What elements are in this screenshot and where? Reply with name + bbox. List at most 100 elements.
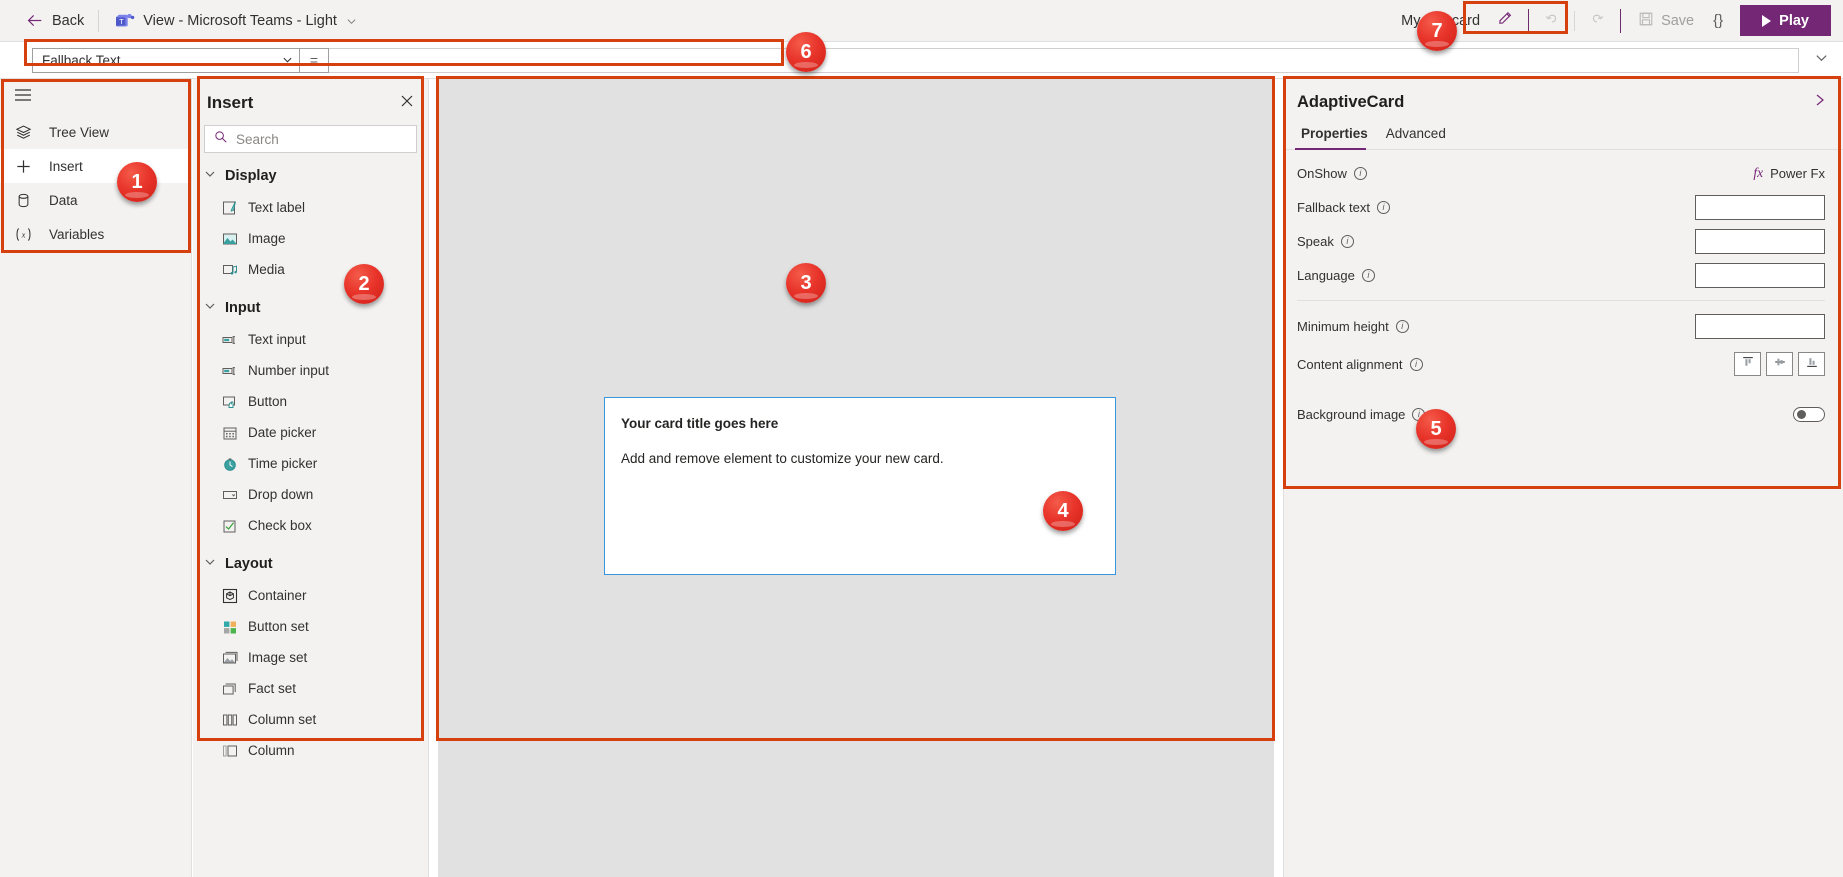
info-icon[interactable]: i — [1340, 234, 1354, 248]
insert-item-column[interactable]: Column — [193, 735, 428, 766]
column-set-icon — [221, 711, 238, 728]
sidebar-item-label: Insert — [49, 158, 83, 174]
info-icon[interactable]: i — [1409, 357, 1423, 371]
align-top-button[interactable] — [1734, 352, 1761, 376]
insert-item-image[interactable]: Image — [193, 223, 428, 254]
redo-icon — [1588, 9, 1606, 32]
insert-group-label: Input — [225, 299, 261, 316]
back-button[interactable]: Back — [0, 0, 98, 42]
annotation-badge-5: 5 — [1416, 409, 1456, 449]
formula-bar-expand-button[interactable] — [1799, 42, 1843, 79]
tab-advanced[interactable]: Advanced — [1380, 119, 1458, 149]
checkbox-icon — [221, 517, 238, 534]
chevron-down-icon — [282, 53, 293, 68]
json-view-button[interactable]: {} — [1704, 5, 1732, 37]
sidebar-item-variables[interactable]: x Variables — [0, 217, 191, 251]
insert-item-text-label[interactable]: Text label — [193, 192, 428, 223]
insert-search-box[interactable] — [204, 125, 417, 153]
image-set-icon — [221, 649, 238, 666]
insert-item-date-picker[interactable]: Date picker — [193, 417, 428, 448]
svg-text:T: T — [119, 17, 124, 26]
close-icon[interactable] — [400, 94, 414, 113]
insert-item-container[interactable]: Container — [193, 580, 428, 611]
property-label: OnShow — [1297, 165, 1347, 181]
formula-bar: Fallback Text = — [0, 42, 1843, 79]
annotation-badge-7: 7 — [1417, 11, 1457, 51]
insert-item-number-input[interactable]: Number input — [193, 355, 428, 386]
equals-sign-label: = — [300, 47, 329, 73]
insert-item-image-set[interactable]: Image set — [193, 642, 428, 673]
undo-button[interactable] — [1536, 5, 1568, 37]
insert-item-media[interactable]: Media — [193, 254, 428, 285]
hamburger-menu-icon — [14, 88, 32, 107]
info-icon[interactable]: i — [1353, 166, 1367, 180]
insert-item-column-set[interactable]: Column set — [193, 704, 428, 735]
power-fx-button[interactable]: fx Power Fx — [1753, 165, 1825, 181]
info-icon[interactable]: i — [1376, 200, 1390, 214]
property-row-content-alignment: Content alignment i — [1284, 347, 1843, 381]
insert-item-button-set[interactable]: Button set — [193, 611, 428, 642]
number-input-icon — [221, 362, 238, 379]
sidebar-item-data[interactable]: Data — [0, 183, 191, 217]
info-icon[interactable]: i — [1395, 319, 1409, 333]
property-row-background-image: Background image i — [1284, 397, 1843, 431]
insert-item-check-box[interactable]: Check box — [193, 510, 428, 541]
app-title-dropdown[interactable]: T View - Microsoft Teams - Light — [99, 0, 369, 42]
toolbar-divider — [1528, 8, 1530, 33]
column-icon — [221, 742, 238, 759]
power-fx-label: Power Fx — [1770, 165, 1825, 181]
rename-card-button[interactable] — [1489, 5, 1521, 37]
insert-item-drop-down[interactable]: Drop down — [193, 479, 428, 510]
redo-button[interactable] — [1581, 5, 1613, 37]
insert-item-label: Media — [248, 262, 285, 277]
language-input[interactable] — [1695, 262, 1825, 288]
button-set-icon — [221, 618, 238, 635]
left-navigation-rail: Tree View Insert Data x Variables — [0, 79, 192, 877]
top-command-bar: Back T View - Microsoft Teams - Light My… — [0, 0, 1843, 42]
save-button[interactable]: Save — [1628, 5, 1704, 37]
insert-panel: Insert Display Text label — [193, 79, 429, 877]
chevron-down-icon — [346, 15, 357, 26]
insert-item-time-picker[interactable]: Time picker — [193, 448, 428, 479]
menu-toggle-button[interactable] — [0, 79, 191, 115]
sidebar-item-insert[interactable]: Insert — [0, 149, 191, 183]
insert-group-layout[interactable]: Layout — [193, 547, 428, 580]
fallback-text-input[interactable] — [1695, 194, 1825, 220]
formula-input[interactable] — [329, 47, 1799, 73]
search-icon — [214, 130, 228, 149]
insert-item-text-input[interactable]: Text input — [193, 324, 428, 355]
sidebar-item-label: Data — [49, 192, 78, 208]
background-image-toggle[interactable] — [1793, 406, 1825, 422]
layers-icon — [14, 124, 33, 141]
properties-panel-header: AdaptiveCard — [1284, 79, 1843, 119]
insert-group-display[interactable]: Display — [193, 159, 428, 192]
play-triangle-icon — [1762, 14, 1772, 27]
toolbar-divider — [1574, 10, 1576, 31]
insert-item-label: Date picker — [248, 425, 317, 440]
property-selector-dropdown[interactable]: Fallback Text — [32, 47, 300, 73]
tab-properties[interactable]: Properties — [1295, 119, 1380, 150]
card-title-text: Your card title goes here — [621, 416, 779, 431]
card-canvas[interactable]: Your card title goes here Add and remove… — [438, 79, 1274, 877]
align-middle-button[interactable] — [1766, 352, 1793, 376]
property-selector-value: Fallback Text — [42, 52, 121, 68]
annotation-badge-2: 2 — [344, 264, 384, 304]
adaptive-card-preview[interactable]: Your card title goes here Add and remove… — [604, 397, 1116, 575]
insert-item-button[interactable]: Button — [193, 386, 428, 417]
play-button[interactable]: Play — [1740, 5, 1831, 36]
align-bottom-icon — [1805, 355, 1819, 374]
speak-input[interactable] — [1695, 228, 1825, 254]
minimum-height-input[interactable] — [1695, 313, 1825, 339]
search-input[interactable] — [236, 131, 407, 147]
info-icon[interactable]: i — [1361, 268, 1375, 282]
align-bottom-button[interactable] — [1798, 352, 1825, 376]
insert-panel-header: Insert — [193, 79, 428, 121]
sidebar-item-tree-view[interactable]: Tree View — [0, 115, 191, 149]
insert-item-fact-set[interactable]: Fact set — [193, 673, 428, 704]
chevron-right-icon[interactable] — [1813, 92, 1827, 113]
media-icon — [221, 261, 238, 278]
plus-icon — [14, 158, 33, 175]
insert-item-label: Number input — [248, 363, 330, 378]
insert-group-input[interactable]: Input — [193, 291, 428, 324]
save-label: Save — [1661, 12, 1695, 29]
